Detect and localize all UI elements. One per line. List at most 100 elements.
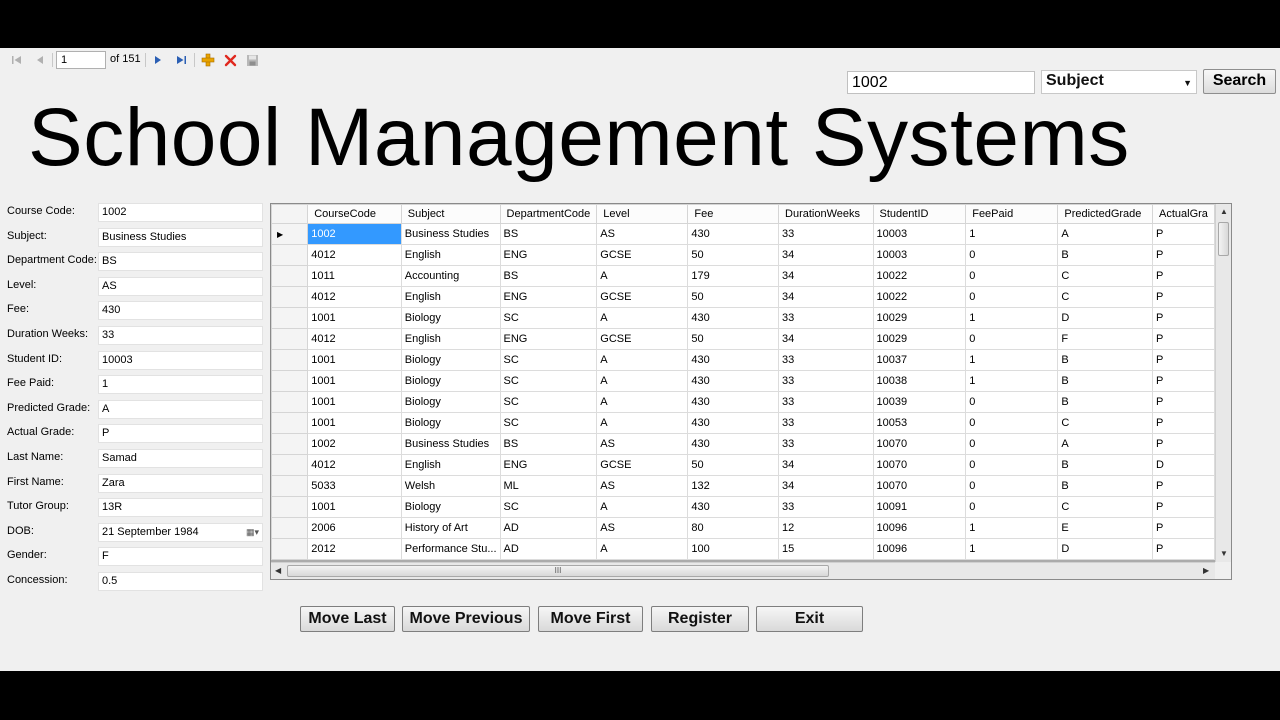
table-cell[interactable]: 4012 (307, 454, 402, 476)
add-new-icon[interactable] (200, 52, 216, 68)
table-cell[interactable]: 15 (778, 538, 874, 560)
table-cell[interactable]: 12 (778, 517, 874, 539)
register-button[interactable]: Register (651, 606, 749, 632)
table-cell[interactable]: D (1057, 307, 1153, 329)
table-cell[interactable]: AS (596, 517, 689, 539)
table-cell[interactable]: History of Art (400, 517, 501, 539)
table-cell[interactable]: SC (499, 370, 598, 392)
table-cell[interactable]: SC (499, 307, 598, 329)
save-icon[interactable] (244, 52, 260, 68)
table-row[interactable]: 4012 English ENG GCSE 50 34 10003 0 B P (271, 244, 1215, 266)
table-cell[interactable]: P (1152, 223, 1215, 245)
row-header[interactable] (271, 454, 309, 476)
table-cell[interactable]: 34 (778, 244, 874, 266)
table-cell[interactable]: 2006 (307, 517, 402, 539)
table-row[interactable]: 5033 Welsh ML AS 132 34 10070 0 B P (271, 475, 1215, 497)
table-cell[interactable]: Biology (400, 307, 501, 329)
records-grid[interactable]: CourseCode Subject DepartmentCode Level Fee D… (270, 203, 1232, 580)
vertical-scrollbar[interactable]: ▲ ▼ (1215, 204, 1231, 562)
scroll-down-icon[interactable]: ▼ (1220, 549, 1228, 558)
table-cell[interactable]: Welsh (400, 475, 501, 497)
course-code-field[interactable]: 1002 (98, 203, 263, 222)
table-cell[interactable]: A (596, 412, 689, 434)
table-cell[interactable]: BS (499, 433, 598, 455)
exit-button[interactable]: Exit (756, 606, 863, 632)
table-cell[interactable]: Business Studies (400, 433, 501, 455)
student-id-field[interactable]: 10003 (98, 351, 263, 370)
move-first-button[interactable]: Move First (538, 606, 643, 632)
table-cell[interactable]: GCSE (596, 454, 689, 476)
table-cell[interactable]: SC (499, 349, 598, 371)
table-cell[interactable]: 33 (778, 412, 874, 434)
table-cell[interactable]: A (596, 307, 689, 329)
table-cell[interactable]: English (400, 244, 501, 266)
table-cell[interactable]: 0 (965, 496, 1059, 518)
row-header[interactable] (271, 496, 309, 518)
table-cell[interactable]: 10037 (872, 349, 967, 371)
table-cell[interactable]: 2012 (307, 538, 402, 560)
table-cell[interactable]: 5033 (307, 475, 402, 497)
table-cell[interactable]: 10022 (872, 286, 967, 308)
table-row[interactable]: 1001 Biology SC A 430 33 10039 0 B P (271, 391, 1215, 413)
table-cell[interactable]: 1001 (307, 412, 402, 434)
table-row[interactable]: 4012 English ENG GCSE 50 34 10022 0 C P (271, 286, 1215, 308)
table-cell[interactable]: B (1057, 244, 1153, 266)
position-input[interactable] (56, 51, 106, 69)
table-cell[interactable]: P (1152, 391, 1215, 413)
table-cell[interactable]: 33 (778, 223, 874, 245)
table-cell[interactable]: A (596, 496, 689, 518)
table-row[interactable]: ▶ 1002 Business Studies BS AS 430 33 10003 1 A P (271, 223, 1215, 245)
move-first-icon[interactable] (9, 52, 25, 68)
move-previous-icon[interactable] (32, 52, 48, 68)
move-last-button[interactable]: Move Last (300, 606, 395, 632)
table-cell[interactable]: D (1152, 454, 1215, 476)
table-cell[interactable]: 430 (687, 307, 780, 329)
table-cell[interactable]: 179 (687, 265, 780, 287)
table-cell[interactable]: Performance Stu... (400, 538, 501, 560)
grid-corner-header[interactable] (271, 204, 309, 224)
table-cell[interactable]: 10070 (872, 433, 967, 455)
table-cell[interactable]: P (1152, 370, 1215, 392)
table-cell[interactable]: B (1057, 454, 1153, 476)
table-cell[interactable]: 10003 (872, 223, 967, 245)
table-cell[interactable]: 1001 (307, 370, 402, 392)
table-cell[interactable]: 1001 (307, 349, 402, 371)
table-cell[interactable]: GCSE (596, 328, 689, 350)
table-cell[interactable]: 0 (965, 433, 1059, 455)
table-row[interactable]: 1001 Biology SC A 430 33 10029 1 D P (271, 307, 1215, 329)
table-cell[interactable]: 0 (965, 475, 1059, 497)
table-cell[interactable]: 50 (687, 454, 780, 476)
table-cell[interactable]: 33 (778, 433, 874, 455)
table-cell[interactable]: 10022 (872, 265, 967, 287)
table-cell[interactable]: A (1057, 433, 1153, 455)
row-header[interactable] (271, 349, 309, 371)
scroll-left-icon[interactable]: ◀ (275, 566, 281, 575)
table-cell[interactable]: P (1152, 244, 1215, 266)
table-cell[interactable]: 33 (778, 496, 874, 518)
table-cell[interactable]: C (1057, 286, 1153, 308)
table-cell[interactable]: 430 (687, 496, 780, 518)
table-cell[interactable]: 430 (687, 223, 780, 245)
table-cell[interactable]: 0 (965, 244, 1059, 266)
table-cell[interactable]: P (1152, 517, 1215, 539)
calendar-dropdown-icon[interactable]: ▦▾ (246, 527, 259, 538)
level-field[interactable]: AS (98, 277, 263, 296)
last-name-field[interactable]: Samad (98, 449, 263, 468)
row-header[interactable] (271, 286, 309, 308)
table-cell[interactable]: A (596, 391, 689, 413)
table-cell[interactable]: 0 (965, 412, 1059, 434)
first-name-field[interactable]: Zara (98, 474, 263, 493)
table-cell[interactable]: 1001 (307, 307, 402, 329)
delete-icon[interactable] (222, 52, 238, 68)
table-cell[interactable]: 34 (778, 265, 874, 287)
table-cell[interactable]: 430 (687, 349, 780, 371)
table-cell[interactable]: Accounting (400, 265, 501, 287)
fee-field[interactable]: 430 (98, 301, 263, 320)
table-cell[interactable]: 1 (965, 349, 1059, 371)
duration-weeks-field[interactable]: 33 (98, 326, 263, 345)
row-header[interactable] (271, 433, 309, 455)
row-header[interactable] (271, 538, 309, 560)
table-cell[interactable]: SC (499, 391, 598, 413)
scroll-right-icon[interactable]: ▶ (1203, 566, 1209, 575)
table-cell[interactable]: 430 (687, 412, 780, 434)
